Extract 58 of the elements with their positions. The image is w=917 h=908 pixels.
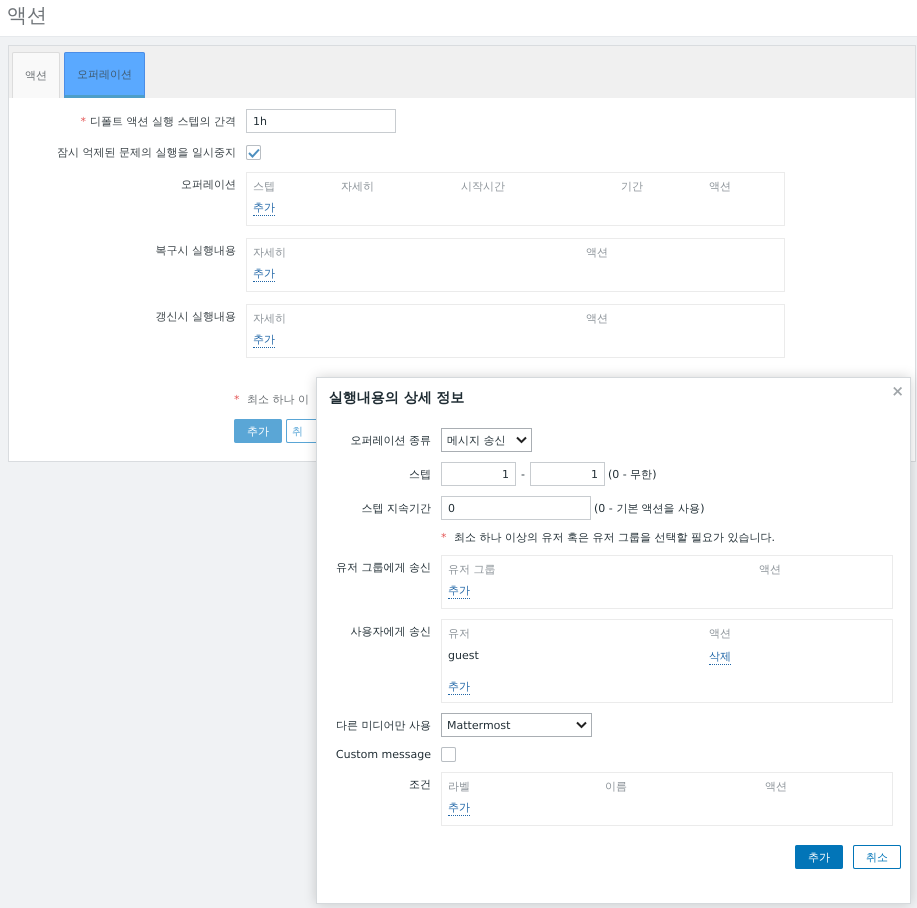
dialog-title: 실행내용의 상세 정보 xyxy=(329,389,465,408)
field-label: 스텝 xyxy=(409,468,431,480)
field-label: 조건 xyxy=(409,778,431,791)
dropdown[interactable]: Mattermost xyxy=(441,713,592,737)
field-label: 복구시 실행내용 xyxy=(156,244,236,257)
column-header: 액션 xyxy=(759,562,782,577)
column-header: 액션 xyxy=(709,179,732,194)
add-link[interactable]: 추가 xyxy=(448,800,470,816)
column-header: 액션 xyxy=(586,245,609,260)
column-header: 시작시간 xyxy=(461,179,506,194)
column-header: 액션 xyxy=(586,311,609,326)
required-mark: * xyxy=(80,114,86,128)
field-label: 스텝 지속기간 xyxy=(362,502,431,514)
required-note: * 최소 하나 이 xyxy=(234,392,309,407)
field-label: 유저 그룹에게 송신 xyxy=(336,561,431,574)
table-cell-text: guest xyxy=(448,648,480,664)
page-title: 액션 xyxy=(6,2,48,29)
field-label: 사용자에게 송신 xyxy=(350,625,431,638)
add-button[interactable]: 추가 xyxy=(795,845,843,869)
cancel-button[interactable]: 취소 xyxy=(853,845,901,869)
field-label: 다른 미디어만 사용 xyxy=(336,718,431,732)
field-label: Custom message xyxy=(336,748,431,761)
add-link[interactable]: 추가 xyxy=(448,679,470,695)
input-field[interactable]: 1 xyxy=(441,462,516,486)
column-header: 자세히 xyxy=(253,245,287,260)
range-separator: - xyxy=(521,468,525,480)
column-header: 라벨 xyxy=(448,779,471,794)
checkbox[interactable] xyxy=(441,747,456,762)
add-link[interactable]: 추가 xyxy=(253,332,275,348)
input-field[interactable]: 1 xyxy=(530,462,605,486)
column-header: 유저 xyxy=(448,626,471,641)
checkbox[interactable] xyxy=(246,145,261,160)
add-link[interactable]: 추가 xyxy=(253,200,275,216)
column-header: 기간 xyxy=(621,179,644,194)
field-label: 오퍼레이션 xyxy=(181,178,236,191)
column-header: 자세히 xyxy=(341,179,375,194)
field-label: 디폴트 액션 실행 스텝의 간격 xyxy=(90,114,236,128)
column-header: 이름 xyxy=(605,779,628,794)
chevron-down-icon xyxy=(516,436,527,444)
chevron-down-icon xyxy=(576,721,587,729)
add-link[interactable]: 추가 xyxy=(448,583,470,599)
input-field[interactable]: 1h xyxy=(246,109,396,133)
column-header: 스텝 xyxy=(253,179,276,194)
field-label: 오퍼레이션 종류 xyxy=(350,434,431,446)
column-header: 자세히 xyxy=(253,311,287,326)
field-label: 갱신시 실행내용 xyxy=(156,310,236,323)
field-label: 잠시 억제된 문제의 실행을 일시중지 xyxy=(57,146,236,159)
column-header: 액션 xyxy=(765,779,788,794)
tab[interactable]: 액션 xyxy=(12,52,60,98)
field-hint: (0 - 무한) xyxy=(608,466,657,482)
required-note: * 최소 하나 이상의 유저 혹은 유저 그룹을 선택할 필요가 있습니다. xyxy=(441,530,775,545)
dropdown[interactable]: 메시지 송신 xyxy=(441,428,532,452)
input-field[interactable]: 0 xyxy=(441,496,591,520)
add-link[interactable]: 추가 xyxy=(253,266,275,282)
column-header: 액션 xyxy=(709,626,732,641)
remove-link[interactable]: 삭제 xyxy=(709,649,731,665)
column-header: 유저 그룹 xyxy=(448,562,496,577)
field-hint: (0 - 기본 액션을 사용) xyxy=(594,500,705,516)
